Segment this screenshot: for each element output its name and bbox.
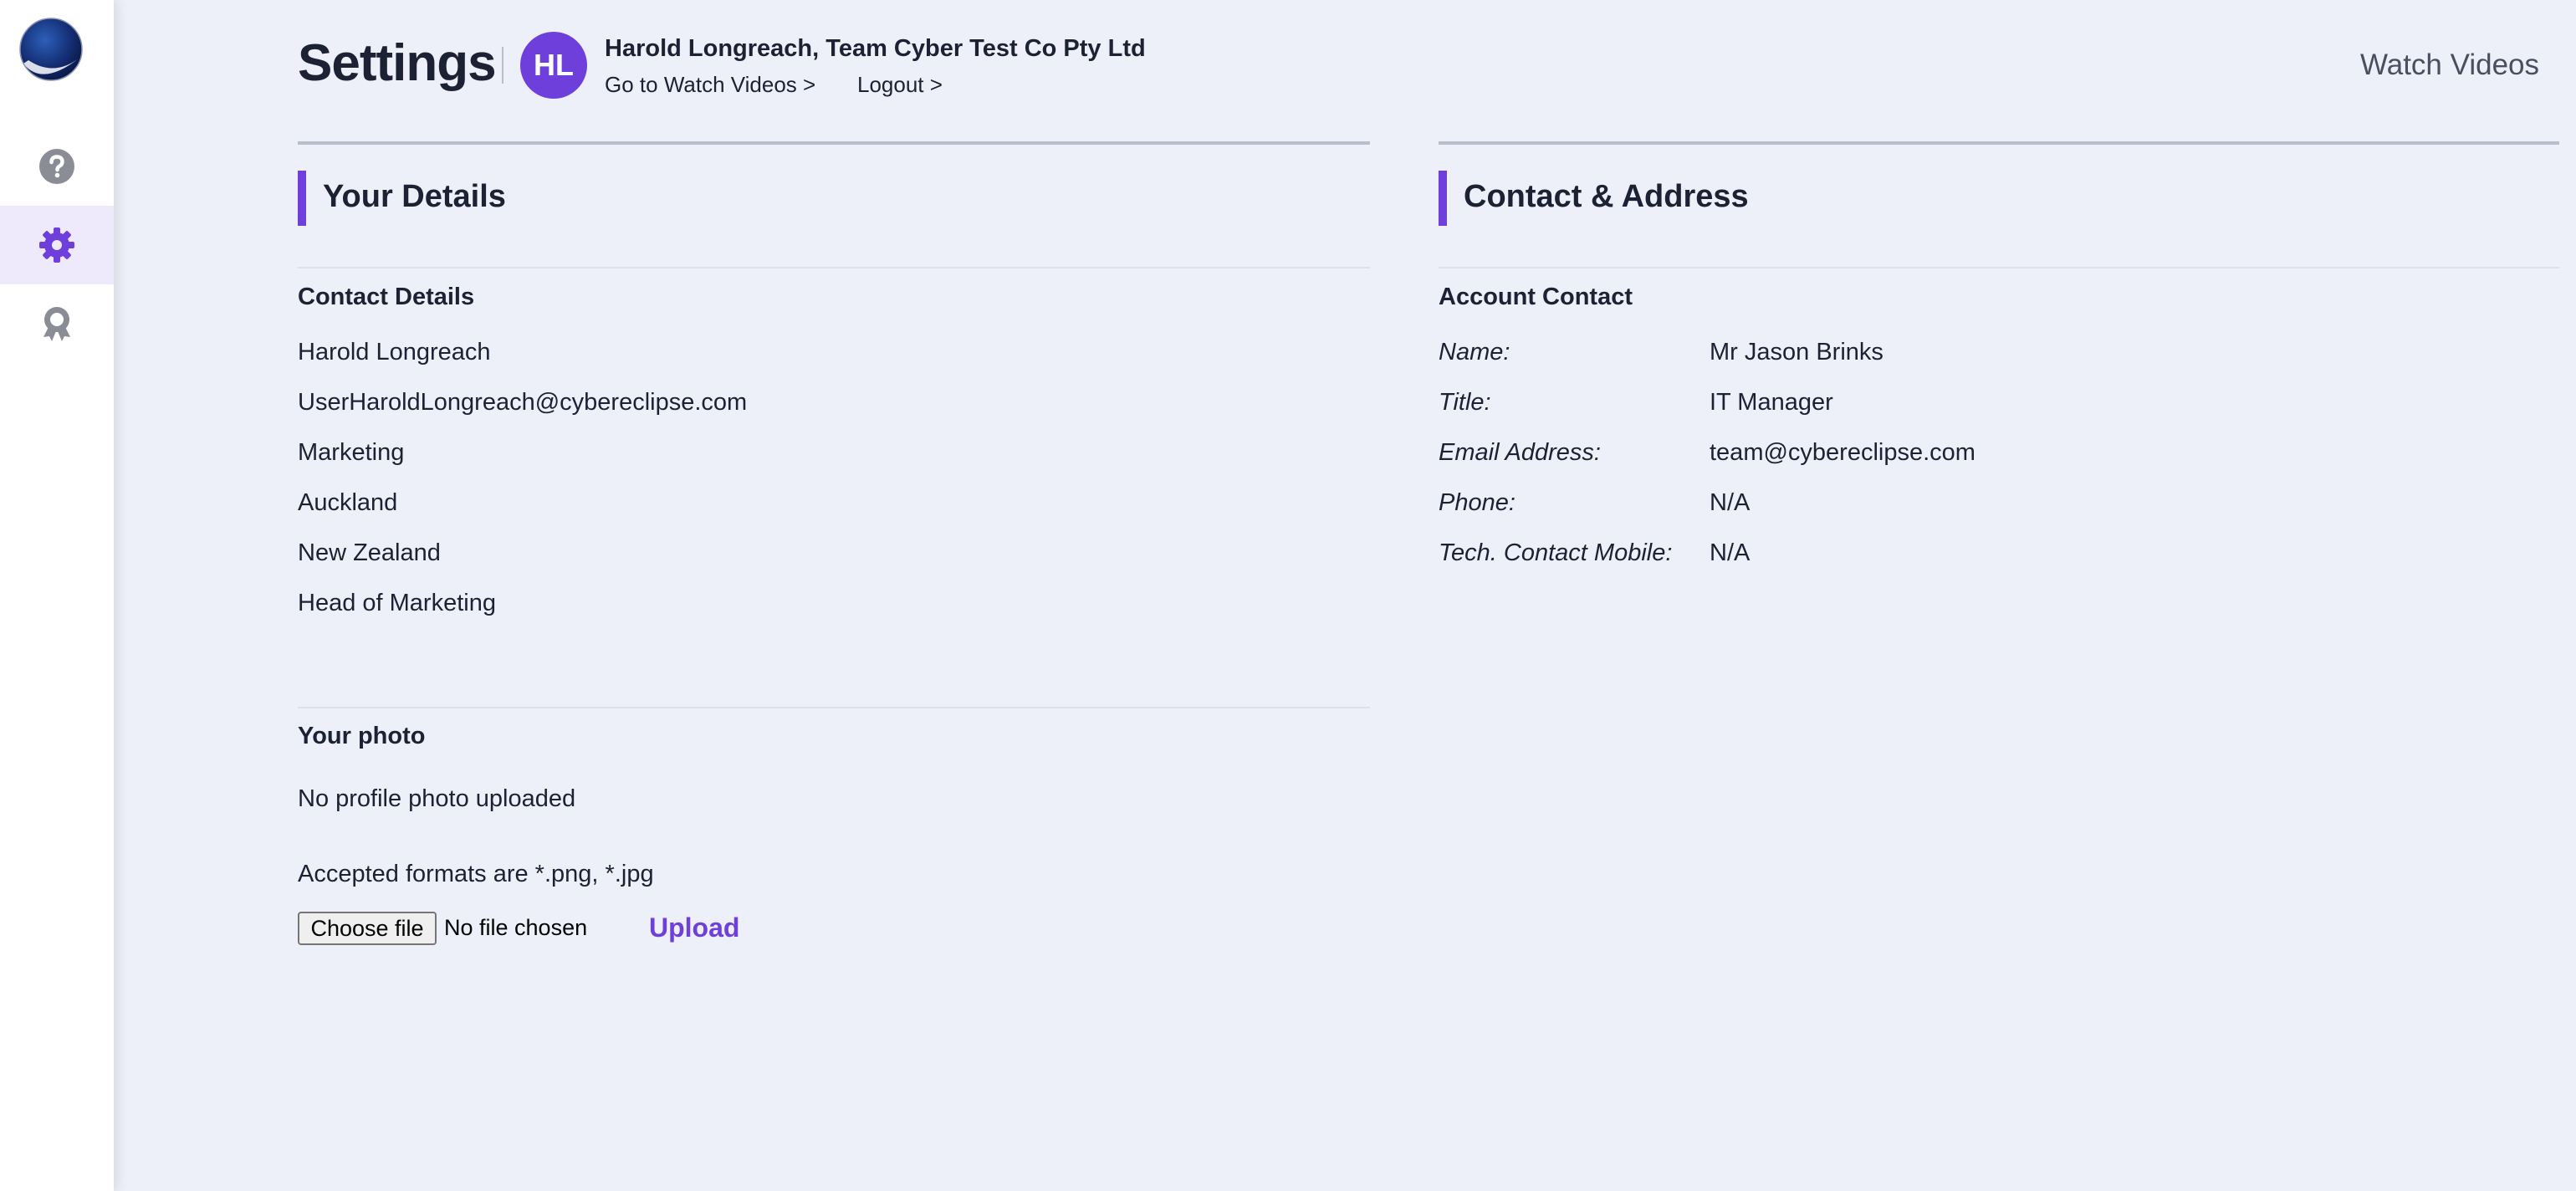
choose-file-button[interactable]: Choose file: [298, 912, 437, 945]
contact-email-value: team@cybereclipse.com: [1710, 439, 1975, 466]
award-icon: [43, 307, 70, 341]
your-details-title: Your Details: [323, 179, 506, 214]
no-file-chosen-text: No file chosen: [444, 915, 588, 940]
page-title: Settings: [298, 34, 497, 92]
section-accent-left: [298, 171, 306, 226]
detail-job-title: Head of Marketing: [298, 590, 496, 616]
contact-name-label: Name:: [1439, 339, 1510, 365]
contact-name-value: Mr Jason Brinks: [1710, 339, 1883, 365]
upload-button[interactable]: Upload: [649, 912, 739, 943]
title-divider: [502, 47, 503, 84]
user-name: Harold Longreach, Team Cyber Test Co Pty…: [605, 35, 1146, 62]
section-rule-right: [1439, 141, 2559, 145]
detail-email: UserHaroldLongreach@cybereclipse.com: [298, 389, 748, 416]
detail-department: Marketing: [298, 439, 405, 466]
contact-phone-label: Phone:: [1439, 489, 1515, 516]
gear-icon: [39, 227, 74, 263]
contact-email-label: Email Address:: [1439, 439, 1601, 466]
divider: [298, 267, 1370, 268]
logout-link[interactable]: Logout >: [857, 72, 943, 98]
sidebar-item-help[interactable]: [0, 127, 114, 206]
avatar: HL: [520, 32, 587, 99]
contact-details-heading: Contact Details: [298, 284, 475, 310]
globe-logo[interactable]: [17, 17, 85, 85]
accepted-formats-text: Accepted formats are *.png, *.jpg: [298, 861, 654, 887]
contact-phone-value: N/A: [1710, 489, 1751, 516]
divider: [298, 707, 1370, 708]
detail-name: Harold Longreach: [298, 339, 491, 365]
detail-city: Auckland: [298, 489, 398, 516]
help-icon: [39, 149, 74, 184]
contact-title-label: Title:: [1439, 389, 1491, 416]
no-photo-text: No profile photo uploaded: [298, 785, 576, 812]
contact-title-value: IT Manager: [1710, 389, 1833, 416]
contact-mobile-value: N/A: [1710, 539, 1751, 566]
contact-address-title: Contact & Address: [1464, 179, 1749, 214]
sidebar: [0, 0, 114, 1191]
contact-mobile-label: Tech. Contact Mobile:: [1439, 539, 1673, 566]
go-to-watch-videos-link[interactable]: Go to Watch Videos >: [605, 72, 815, 98]
section-accent-right: [1439, 171, 1447, 226]
your-photo-heading: Your photo: [298, 723, 426, 749]
section-rule-left: [298, 141, 1370, 145]
divider: [1439, 267, 2559, 268]
watch-videos-link[interactable]: Watch Videos: [2360, 49, 2539, 82]
sidebar-item-settings[interactable]: [0, 206, 114, 284]
sidebar-item-awards[interactable]: [0, 284, 114, 363]
detail-country: New Zealand: [298, 539, 441, 566]
account-contact-heading: Account Contact: [1439, 284, 1633, 310]
